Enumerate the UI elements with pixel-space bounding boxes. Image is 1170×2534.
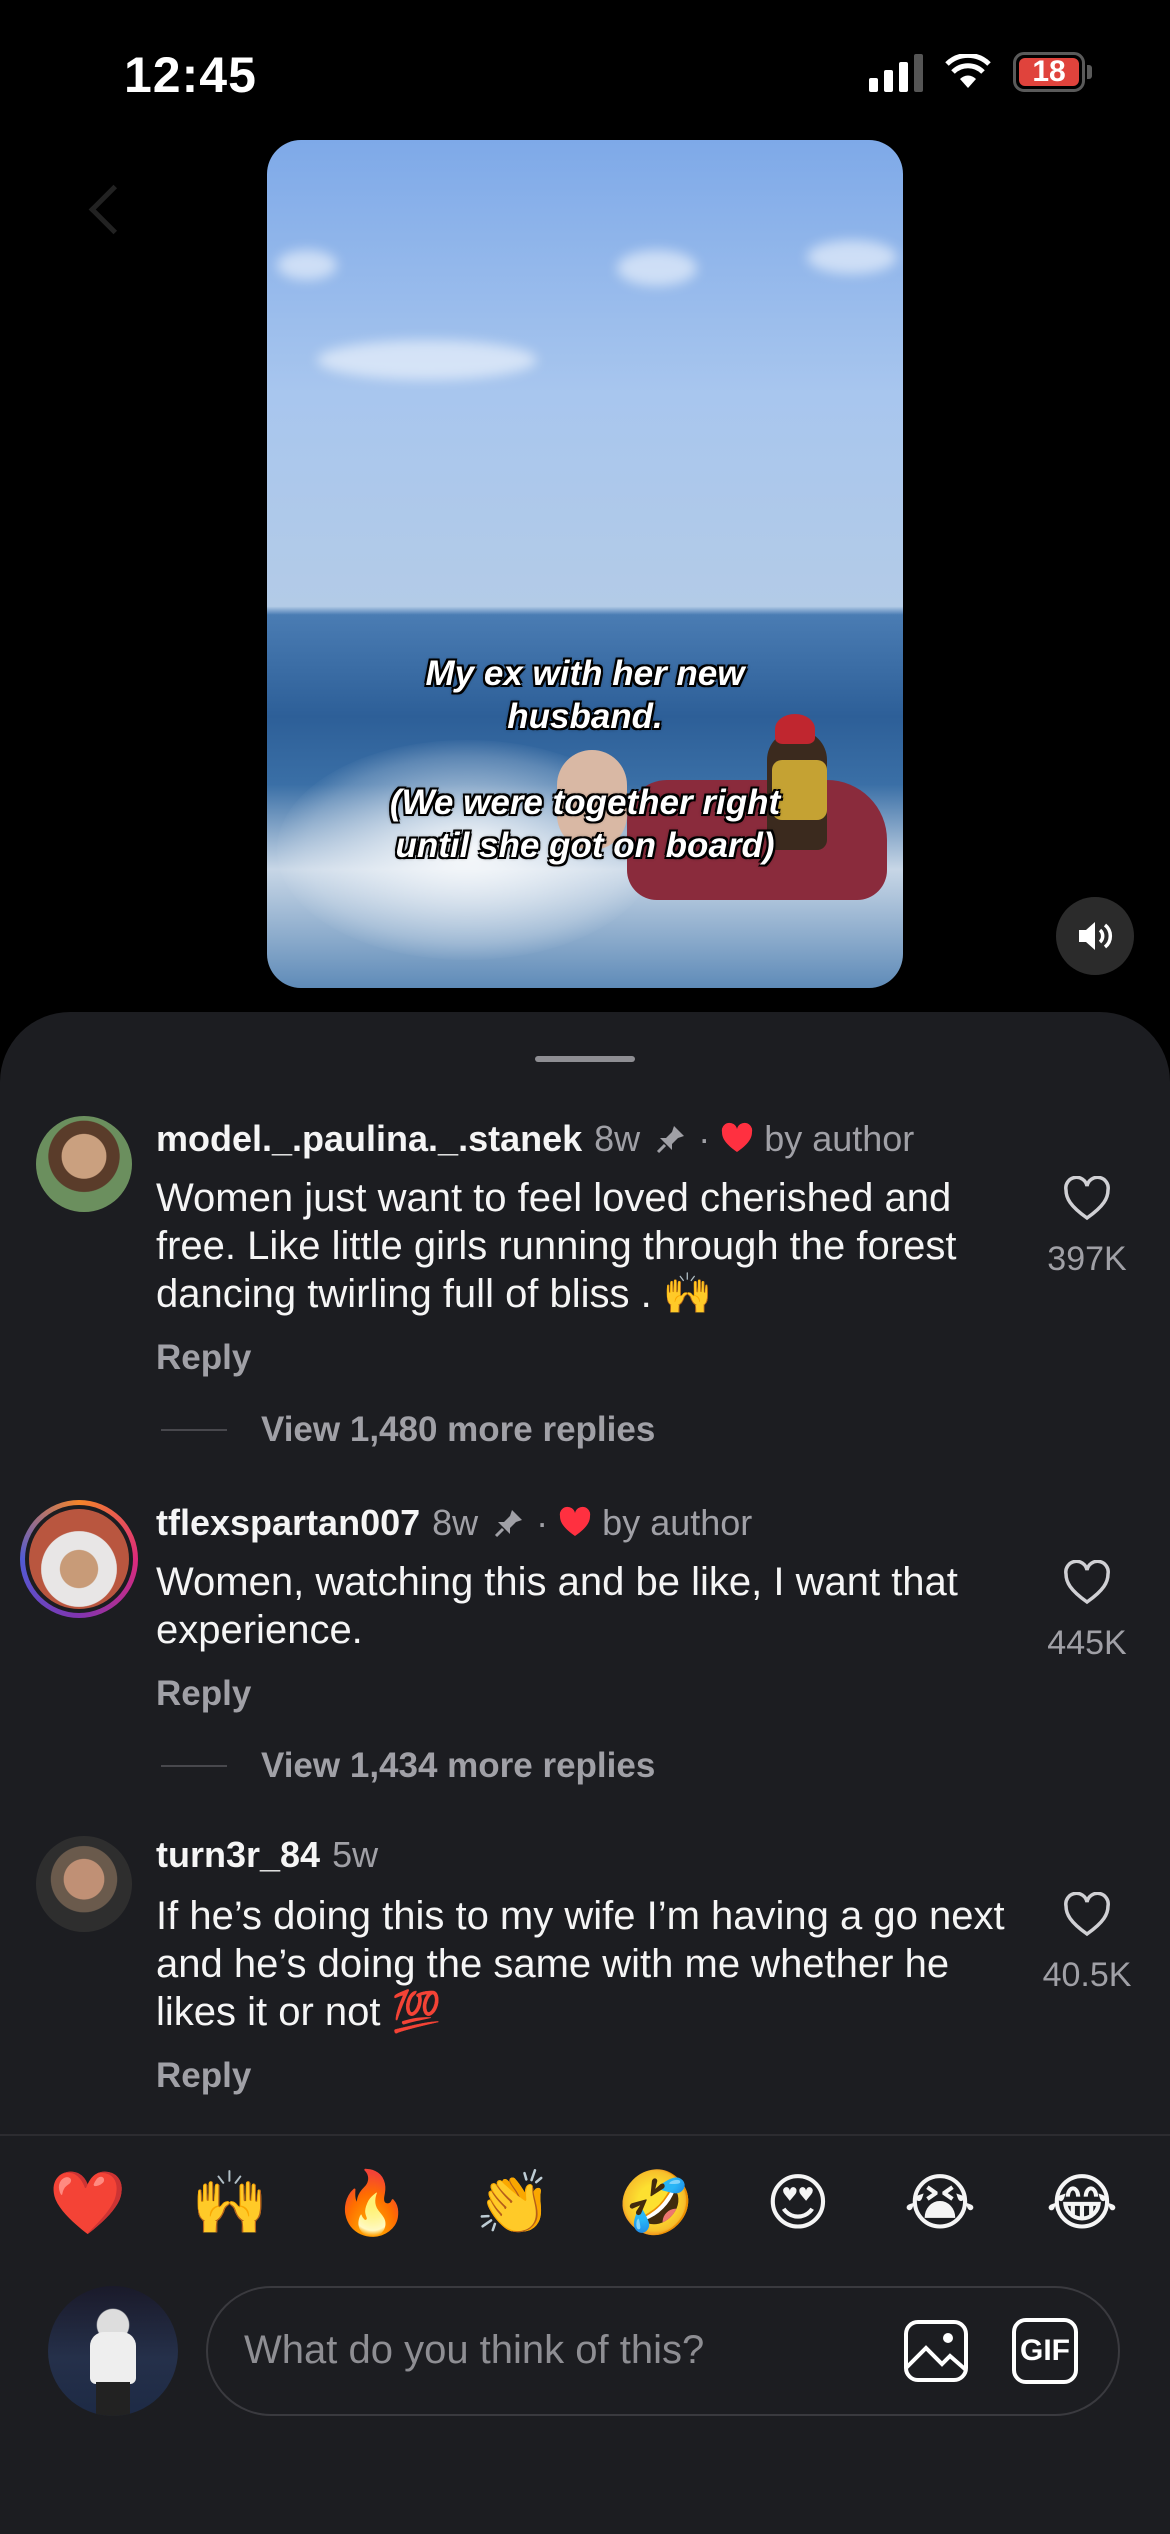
speaker-icon bbox=[1079, 922, 1113, 950]
reply-button[interactable]: Reply bbox=[156, 2056, 251, 2096]
like-button[interactable]: 397K bbox=[1032, 1176, 1142, 1279]
comment-time: 5w bbox=[332, 1834, 379, 1875]
view-more-replies[interactable]: View 1,434 more replies bbox=[161, 1746, 655, 1786]
like-count: 445K bbox=[1047, 1624, 1127, 1662]
emoji-crying-button[interactable]: 😭 bbox=[900, 2168, 980, 2238]
comment-username[interactable]: tflexspartan007 bbox=[156, 1502, 420, 1544]
avatar[interactable] bbox=[36, 1116, 132, 1212]
view-more-replies-label: View 1,434 more replies bbox=[261, 1746, 656, 1785]
video-player[interactable]: My ex with her new husband. (We were tog… bbox=[267, 140, 903, 988]
comment-time: 8w bbox=[432, 1502, 479, 1543]
pin-icon bbox=[495, 1510, 523, 1538]
like-button[interactable]: 445K bbox=[1032, 1560, 1142, 1663]
emoji-joy-button[interactable]: 😂 bbox=[1042, 2168, 1122, 2238]
cellular-signal-icon bbox=[869, 52, 923, 92]
like-button[interactable]: 40.5K bbox=[1032, 1892, 1142, 1995]
comment-text: Women just want to feel loved cherished … bbox=[156, 1176, 957, 1316]
current-user-avatar bbox=[48, 2286, 178, 2416]
comment-meta: turn3r_84 5w bbox=[156, 1834, 378, 1876]
avatar[interactable] bbox=[36, 1836, 132, 1932]
view-more-replies-label: View 1,480 more replies bbox=[261, 1410, 656, 1449]
comment-text: If he’s doing this to my wife I’m having… bbox=[156, 1894, 1005, 2034]
volume-button[interactable] bbox=[1056, 897, 1134, 975]
emoji-fire-button[interactable]: 🔥 bbox=[332, 2168, 412, 2238]
author-heart-icon bbox=[560, 1506, 591, 1536]
comment-input-placeholder: What do you think of this? bbox=[244, 2328, 705, 2372]
emoji-raised-hands-button[interactable]: 🙌 bbox=[190, 2168, 270, 2238]
back-chevron-icon[interactable] bbox=[88, 184, 139, 235]
video-caption: My ex with her new husband. (We were tog… bbox=[389, 654, 781, 865]
comment-meta: model._.paulina._.stanek 8w · by author bbox=[156, 1118, 915, 1160]
sheet-drag-handle[interactable] bbox=[535, 1056, 635, 1062]
comment-meta: tflexspartan007 8w · by author bbox=[156, 1502, 753, 1544]
status-icons: 18 bbox=[869, 52, 1092, 92]
comment-username[interactable]: turn3r_84 bbox=[156, 1834, 320, 1876]
like-count: 397K bbox=[1047, 1240, 1127, 1278]
pin-icon bbox=[657, 1126, 685, 1154]
by-author-label: by author bbox=[764, 1118, 915, 1159]
gif-button[interactable]: GIF bbox=[1012, 2318, 1078, 2384]
like-count: 40.5K bbox=[1042, 1956, 1132, 1994]
comment-username[interactable]: model._.paulina._.stanek bbox=[156, 1118, 582, 1160]
by-author-label: by author bbox=[602, 1502, 753, 1543]
avatar bbox=[29, 1509, 129, 1609]
heart-outline-icon bbox=[1064, 1560, 1110, 1605]
emoji-reaction-bar: ❤️ 🙌 🔥 👏 🤣 😍 😭 😂 bbox=[0, 2168, 1170, 2238]
emoji-clap-button[interactable]: 👏 bbox=[474, 2168, 554, 2238]
battery-level: 18 bbox=[1019, 55, 1079, 88]
wifi-icon bbox=[945, 54, 991, 88]
view-more-replies[interactable]: View 1,480 more replies bbox=[161, 1410, 655, 1450]
avatar-story-ring[interactable] bbox=[20, 1500, 138, 1618]
heart-outline-icon bbox=[1064, 1176, 1110, 1221]
status-time: 12:45 bbox=[124, 47, 257, 103]
reply-button[interactable]: Reply bbox=[156, 1674, 251, 1714]
author-heart-icon bbox=[722, 1122, 753, 1152]
comment-time: 8w bbox=[594, 1118, 641, 1159]
reply-button[interactable]: Reply bbox=[156, 1338, 251, 1378]
comment-text: Women, watching this and be like, I want… bbox=[156, 1560, 958, 1652]
battery-icon: 18 bbox=[1013, 52, 1092, 92]
emoji-rofl-button[interactable]: 🤣 bbox=[616, 2168, 696, 2238]
emoji-heart-button[interactable]: ❤️ bbox=[48, 2168, 128, 2238]
heart-outline-icon bbox=[1064, 1892, 1110, 1937]
emoji-heart-eyes-button[interactable]: 😍 bbox=[758, 2168, 838, 2238]
image-icon[interactable] bbox=[902, 2318, 970, 2384]
